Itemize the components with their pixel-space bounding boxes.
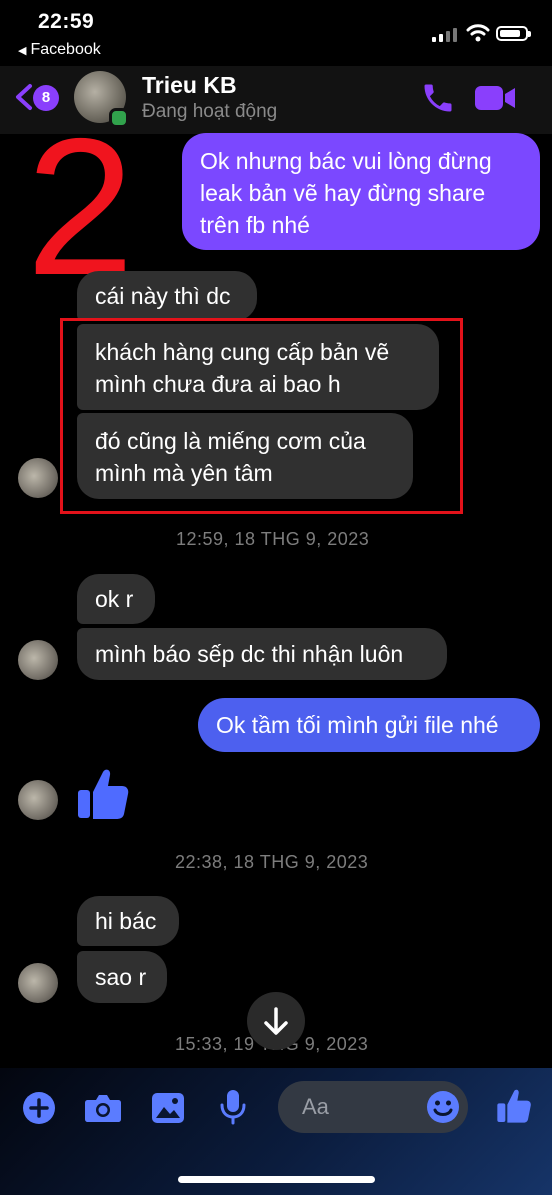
arrow-down-icon xyxy=(264,1007,288,1035)
thumbs-up-icon[interactable] xyxy=(496,1087,532,1125)
message-text: cái này thì dc xyxy=(95,283,231,309)
emoji-icon[interactable] xyxy=(426,1090,460,1124)
back-triangle-icon: ◀ xyxy=(18,45,27,57)
home-indicator xyxy=(178,1176,375,1183)
message-text: sao r xyxy=(95,964,147,990)
highlight-box xyxy=(60,318,463,514)
incoming-message[interactable]: cái này thì dc xyxy=(77,271,257,321)
sender-avatar[interactable] xyxy=(18,963,58,1003)
back-app-label: Facebook xyxy=(30,41,101,58)
image-icon[interactable] xyxy=(151,1092,185,1124)
microphone-icon[interactable] xyxy=(220,1089,246,1125)
contact-status: Đang hoạt động xyxy=(142,101,278,122)
incoming-message[interactable]: hi bác xyxy=(77,896,179,946)
signal-icon xyxy=(432,28,458,42)
battery-icon xyxy=(496,26,531,41)
message-timestamp: 22:38, 18 THG 9, 2023 xyxy=(175,852,369,872)
incoming-message[interactable]: mình báo sếp dc thi nhận luôn xyxy=(77,628,447,680)
incoming-message[interactable]: sao r xyxy=(77,951,167,1003)
message-input-container[interactable] xyxy=(278,1081,468,1133)
message-text: mình báo sếp dc thi nhận luôn xyxy=(95,641,404,667)
message-input[interactable] xyxy=(300,1093,424,1121)
back-to-app-link[interactable]: ◀ Facebook xyxy=(18,41,101,59)
contact-name[interactable]: Trieu KB xyxy=(142,72,237,99)
message-timestamp: 12:59, 18 THG 9, 2023 xyxy=(176,529,370,549)
message-text: Ok tầm tối mình gửi file nhé xyxy=(216,712,499,738)
thumbs-up-sticker-icon[interactable] xyxy=(76,766,130,822)
scroll-to-bottom-button[interactable] xyxy=(247,992,305,1050)
plus-icon[interactable] xyxy=(22,1091,56,1125)
incoming-message[interactable]: ok r xyxy=(77,574,155,624)
sender-avatar[interactable] xyxy=(18,458,58,498)
wifi-icon xyxy=(466,24,490,42)
message-text: Ok nhưng bác vui lòng đừng leak bản vẽ h… xyxy=(200,148,492,238)
message-text: hi bác xyxy=(95,908,157,934)
sender-avatar[interactable] xyxy=(18,780,58,820)
outgoing-message[interactable]: Ok tầm tối mình gửi file nhé xyxy=(198,698,540,752)
message-text: ok r xyxy=(95,586,134,612)
phone-icon[interactable] xyxy=(420,80,456,116)
video-camera-icon[interactable] xyxy=(473,83,517,113)
sender-avatar[interactable] xyxy=(18,640,58,680)
status-time: 22:59 xyxy=(38,10,95,33)
outgoing-message[interactable]: Ok nhưng bác vui lòng đừng leak bản vẽ h… xyxy=(182,133,540,250)
camera-icon[interactable] xyxy=(84,1093,122,1123)
